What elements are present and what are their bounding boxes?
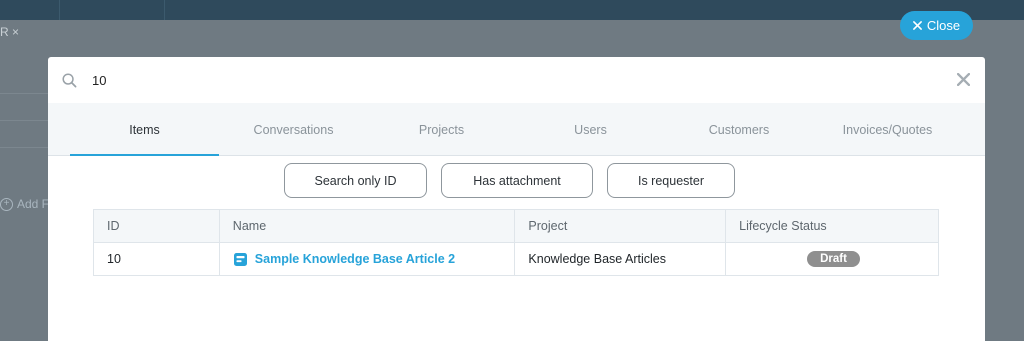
article-icon bbox=[233, 252, 247, 266]
search-only-id-button[interactable]: Search only ID bbox=[284, 163, 427, 198]
cell-id: 10 bbox=[93, 242, 220, 276]
tab-items[interactable]: Items bbox=[70, 103, 219, 156]
tab-label: Invoices/Quotes bbox=[842, 122, 933, 137]
column-header-lifecycle-status[interactable]: Lifecycle Status bbox=[725, 209, 939, 243]
tab-conversations[interactable]: Conversations bbox=[219, 103, 368, 156]
cell-project: Knowledge Base Articles bbox=[514, 242, 727, 276]
tab-label: Conversations bbox=[253, 122, 334, 137]
tab-label: Projects bbox=[418, 122, 465, 137]
background-divider bbox=[0, 147, 48, 148]
result-type-tabs: Items Conversations Projects Users Custo… bbox=[48, 103, 985, 156]
table-row[interactable]: 10 Sample Knowledge Base Article 2 Knowl… bbox=[93, 242, 939, 276]
search-modal: Items Conversations Projects Users Custo… bbox=[48, 57, 985, 341]
background-tab-fragment: R × bbox=[0, 25, 20, 39]
tab-invoices-quotes[interactable]: Invoices/Quotes bbox=[812, 103, 963, 156]
close-icon bbox=[912, 21, 922, 30]
column-header-id[interactable]: ID bbox=[93, 209, 220, 243]
plus-circle-icon: + bbox=[0, 197, 13, 211]
status-badge: Draft bbox=[807, 251, 860, 267]
has-attachment-button[interactable]: Has attachment bbox=[441, 163, 593, 198]
cell-name: Sample Knowledge Base Article 2 bbox=[218, 242, 516, 276]
is-requester-button[interactable]: Is requester bbox=[607, 163, 735, 198]
tab-label: Items bbox=[129, 122, 160, 137]
close-button-label: Close bbox=[926, 18, 961, 33]
background-top-bar bbox=[0, 0, 1024, 20]
column-header-project[interactable]: Project bbox=[514, 209, 727, 243]
active-tab-indicator bbox=[70, 154, 219, 156]
background-add-link: + Add F bbox=[0, 197, 49, 211]
background-divider bbox=[0, 93, 48, 94]
results-table: ID Name Project Lifecycle Status 10 Samp… bbox=[93, 209, 939, 276]
column-header-name[interactable]: Name bbox=[218, 209, 516, 243]
tab-users[interactable]: Users bbox=[515, 103, 666, 156]
search-icon bbox=[62, 73, 77, 88]
cell-lifecycle-status: Draft bbox=[725, 242, 939, 276]
tab-label: Customers bbox=[708, 122, 770, 137]
table-header-row: ID Name Project Lifecycle Status bbox=[93, 209, 939, 243]
background-divider bbox=[0, 120, 48, 121]
search-input[interactable] bbox=[92, 70, 932, 90]
close-button[interactable]: Close bbox=[900, 11, 973, 40]
tab-customers[interactable]: Customers bbox=[666, 103, 812, 156]
tab-label: Users bbox=[574, 122, 607, 137]
search-row bbox=[48, 57, 985, 103]
close-search-icon[interactable] bbox=[957, 73, 970, 86]
item-link-text: Sample Knowledge Base Article 2 bbox=[254, 252, 456, 266]
background-add-label: Add F bbox=[17, 197, 50, 211]
item-link[interactable]: Sample Knowledge Base Article 2 bbox=[233, 252, 515, 267]
tab-projects[interactable]: Projects bbox=[368, 103, 515, 156]
